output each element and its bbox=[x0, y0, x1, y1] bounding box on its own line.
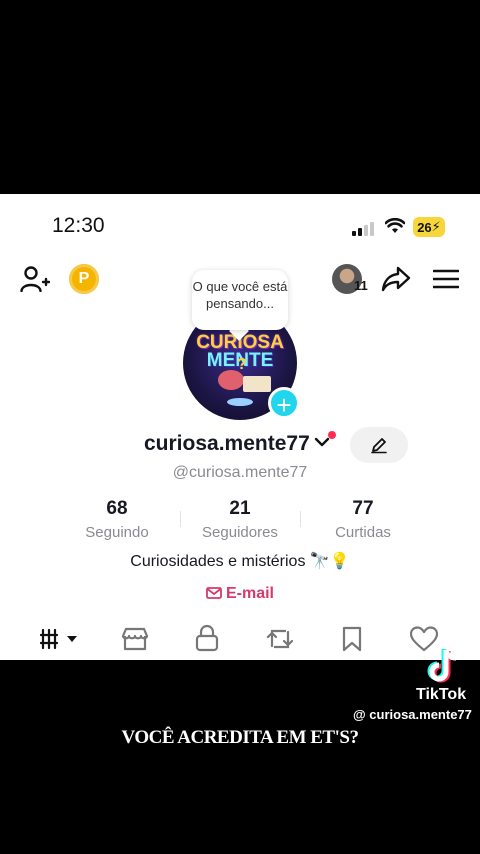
stat-label: Seguindo bbox=[85, 524, 149, 541]
friends-count: 11 bbox=[354, 278, 368, 293]
repost-icon[interactable] bbox=[266, 625, 294, 653]
bookmark-icon[interactable] bbox=[342, 626, 362, 652]
charging-bolt-icon: ⚡ bbox=[431, 219, 441, 234]
mail-icon bbox=[206, 587, 222, 599]
battery-level: 26 bbox=[417, 219, 432, 235]
stat-followers[interactable]: 21 Seguidores bbox=[180, 498, 300, 541]
stat-label: Seguidores bbox=[202, 524, 278, 541]
lock-icon[interactable] bbox=[195, 624, 219, 652]
book-icon bbox=[243, 376, 271, 392]
add-story-button[interactable]: + bbox=[268, 387, 300, 420]
add-friend-icon[interactable] bbox=[20, 266, 50, 292]
stat-likes[interactable]: 77 Curtidas bbox=[303, 498, 423, 541]
stat-value: 77 bbox=[352, 498, 374, 519]
tab-videos[interactable] bbox=[39, 626, 80, 652]
watermark-brand: TikTok bbox=[416, 686, 467, 703]
thought-bubble[interactable]: O que você está pensando... bbox=[192, 270, 288, 330]
signal-icon bbox=[352, 222, 376, 236]
grid-icon bbox=[39, 628, 77, 650]
status-time: 12:30 bbox=[52, 214, 105, 237]
watermark-handle: @ curiosa.mente77 bbox=[353, 707, 472, 722]
handle: @curiosa.mente77 bbox=[172, 464, 308, 481]
wifi-icon bbox=[385, 218, 405, 233]
coins-icon[interactable]: P bbox=[69, 264, 99, 294]
email-label: E-mail bbox=[225, 585, 274, 602]
share-icon[interactable] bbox=[381, 266, 411, 292]
email-link[interactable]: E-mail bbox=[0, 585, 480, 603]
tiktok-profile-screen: 12:30 26 ⚡ P 11 CURIOSA MENTE ? O que vo… bbox=[0, 194, 480, 660]
notification-dot bbox=[328, 431, 336, 439]
tiktok-logo-icon bbox=[427, 649, 457, 683]
ufo-icon bbox=[227, 398, 253, 406]
brain-icon bbox=[218, 370, 244, 390]
battery-indicator: 26 ⚡ bbox=[413, 217, 445, 237]
stat-value: 68 bbox=[106, 498, 128, 519]
stat-value: 21 bbox=[229, 498, 251, 519]
stat-label: Curtidas bbox=[335, 524, 391, 541]
stat-following[interactable]: 68 Seguindo bbox=[57, 498, 177, 541]
video-caption: VOCÊ ACREDITA EM ET'S? bbox=[121, 727, 359, 748]
menu-icon[interactable] bbox=[433, 269, 459, 289]
edit-profile-button[interactable] bbox=[350, 427, 408, 463]
bio: Curiosidades e mistérios 🔭💡 bbox=[130, 553, 350, 570]
pencil-icon bbox=[371, 438, 387, 454]
divider bbox=[300, 511, 301, 527]
username[interactable]: curiosa.mente77 bbox=[144, 432, 310, 456]
shop-icon[interactable] bbox=[121, 626, 149, 652]
